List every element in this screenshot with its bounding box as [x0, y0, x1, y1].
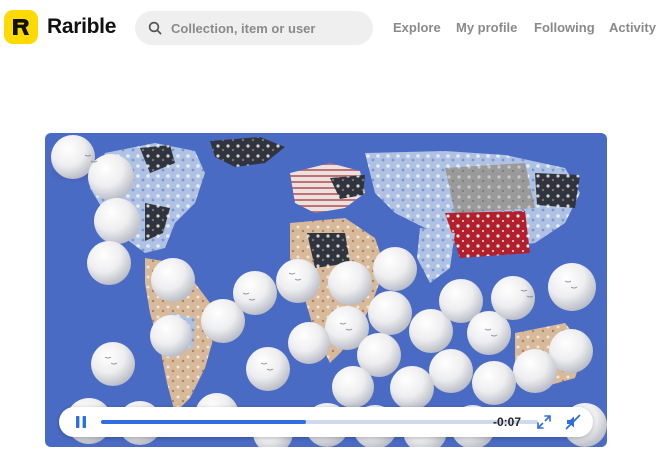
pause-icon[interactable]	[74, 415, 88, 429]
video-progress-bar[interactable]	[101, 420, 538, 424]
brand-name[interactable]: Rarible	[47, 15, 116, 39]
search-icon	[148, 21, 162, 35]
nft-media-video[interactable]	[45, 133, 607, 447]
volume-muted-icon[interactable]	[565, 414, 581, 430]
search-bar[interactable]	[135, 11, 373, 45]
nav-explore[interactable]: Explore	[393, 20, 441, 35]
rarible-logo-icon	[13, 19, 29, 35]
video-controls: -0:07	[59, 407, 593, 437]
fullscreen-icon[interactable]	[537, 415, 551, 429]
nav-my-profile[interactable]: My profile	[456, 20, 517, 35]
video-progress-fill	[101, 420, 307, 424]
nav-following[interactable]: Following	[534, 20, 595, 35]
rarible-logo[interactable]	[4, 10, 38, 44]
time-remaining: -0:07	[493, 415, 522, 429]
search-input[interactable]	[169, 19, 373, 37]
nav-activity[interactable]: Activity	[609, 20, 656, 35]
top-header: Rarible Explore My profile Following Act…	[0, 0, 670, 56]
video-frame	[45, 133, 607, 447]
